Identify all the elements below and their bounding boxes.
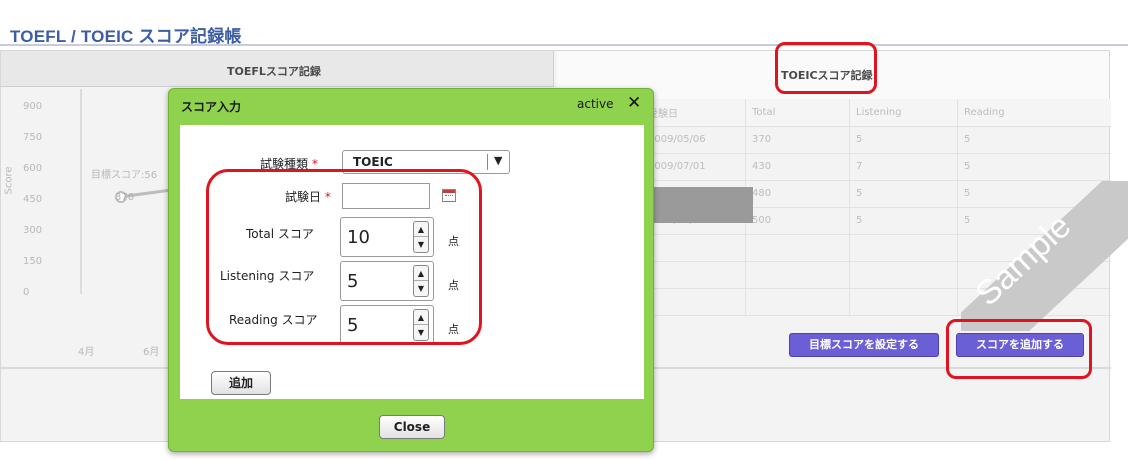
table-cell: 5 (957, 153, 1111, 181)
goal-score-label: 目標スコア:56 (91, 170, 158, 181)
y-tick: 450 (23, 194, 43, 205)
table-cell: 2009/07/01 (641, 153, 746, 181)
x-tick: 4月 (78, 347, 95, 358)
table-cell: 7 (849, 153, 958, 181)
y-tick: 600 (23, 163, 43, 174)
y-tick: 150 (23, 256, 43, 267)
column-header: Total (745, 99, 850, 127)
table-cell: 5 (849, 207, 958, 235)
highlight-form-fields (206, 169, 482, 345)
table-cell: 5 (957, 126, 1111, 154)
point-label: 370 (115, 192, 135, 203)
set-goal-button[interactable]: 目標スコアを設定する (789, 333, 939, 357)
y-tick: 750 (23, 132, 43, 143)
highlight-toeic-tab (775, 42, 877, 94)
table-cell: 370 (745, 126, 850, 154)
chevron-down-icon: ▼ (494, 154, 503, 167)
tab-toefl-label: TOEFLスコア記録 (227, 65, 321, 78)
table-cell: 5 (849, 126, 958, 154)
table-row: 2009/05/06 370 5 5 (641, 126, 1111, 154)
dialog-state: active (577, 97, 614, 111)
close-icon[interactable]: ✕ (627, 94, 641, 112)
table-cell: 480 (745, 180, 850, 208)
table-cell: 500 (745, 207, 850, 235)
column-header: Reading (957, 99, 1111, 127)
title-divider (0, 44, 1128, 46)
table-row: 2009/07/01 430 7 5 (641, 153, 1111, 181)
tab-toefl[interactable]: TOEFLスコア記録 (1, 51, 554, 87)
y-tick: 0 (23, 287, 30, 298)
exam-type-value: TOEIC (353, 155, 393, 169)
column-header: Listening (849, 99, 958, 127)
y-tick: 900 (23, 101, 43, 112)
column-header: 受験日 (641, 99, 746, 127)
page: TOEFL / TOEIC スコア記録帳 TOEFLスコア記録 TOEICスコア… (0, 0, 1128, 460)
x-tick: 6月 (143, 347, 160, 358)
y-tick: 300 (23, 225, 43, 236)
add-button[interactable]: 追加 (211, 371, 271, 395)
table-cell: 5 (849, 180, 958, 208)
table-cell: 2009/05/06 (641, 126, 746, 154)
gray-bar (651, 187, 753, 223)
highlight-add-score-button (946, 319, 1092, 379)
table-cell: 430 (745, 153, 850, 181)
table-header-row: 受験日 Total Listening Reading (641, 99, 1111, 127)
y-axis-title: Score (3, 166, 15, 195)
close-button[interactable]: Close (379, 415, 445, 439)
dialog-title: スコア入力 (181, 100, 242, 114)
